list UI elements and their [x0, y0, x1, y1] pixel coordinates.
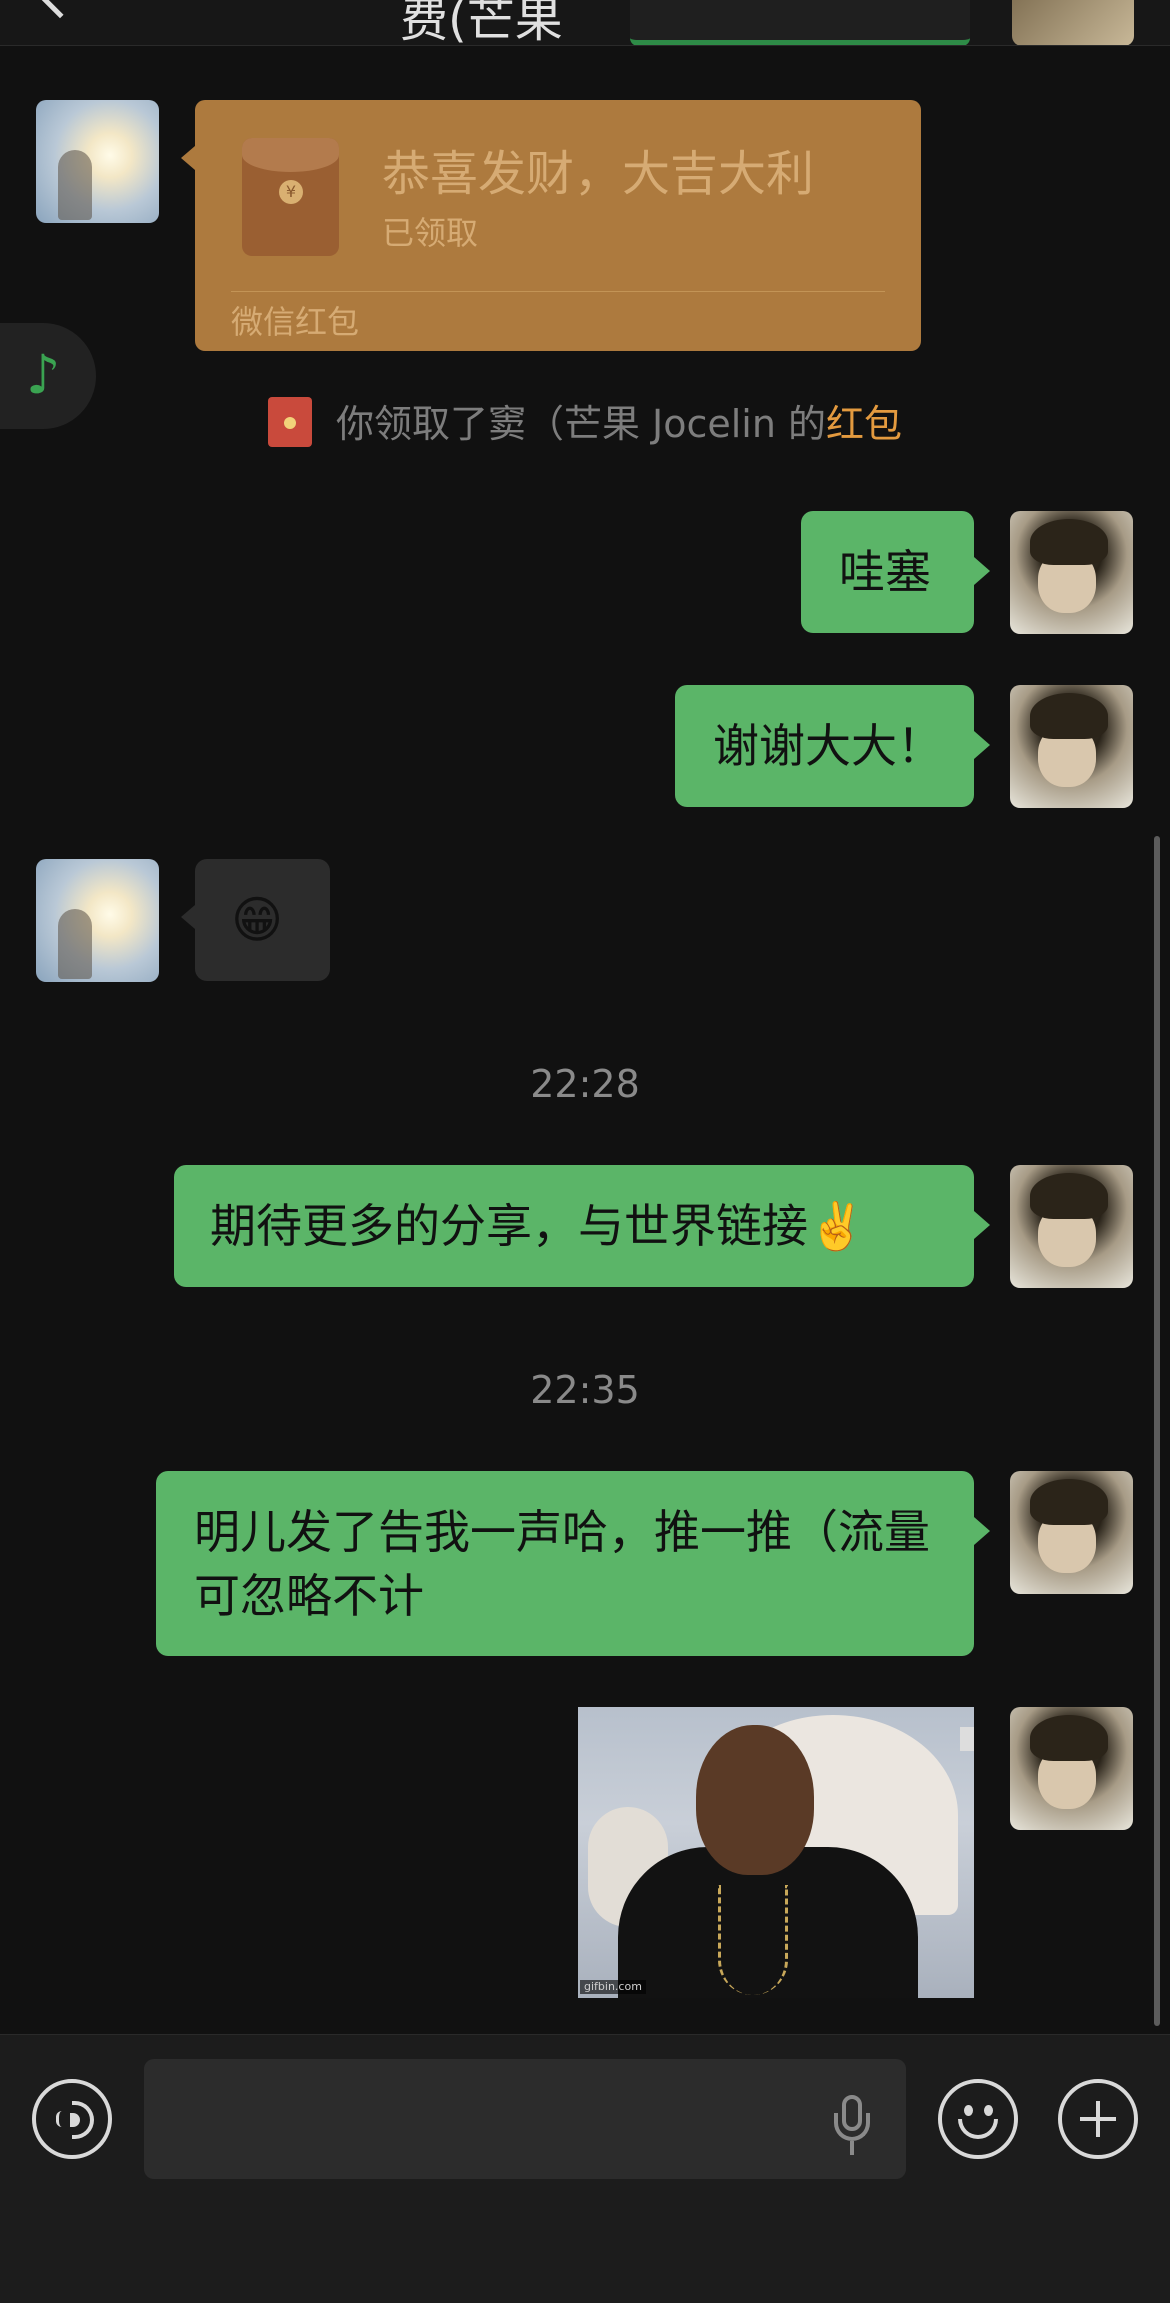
microphone-icon	[834, 2113, 870, 2141]
chat-header: 费(芒果	[0, 0, 1170, 46]
voice-toggle-button[interactable]	[32, 2079, 112, 2159]
my-avatar[interactable]	[1010, 1165, 1133, 1288]
microphone-icon	[850, 2141, 854, 2155]
previous-message-bubble	[630, 0, 970, 45]
back-chevron-icon[interactable]	[31, 0, 89, 19]
message-text: 谢谢大大！	[713, 719, 943, 773]
red-packet-footer: 微信红包	[231, 303, 360, 341]
message-bubble[interactable]: 😁	[181, 859, 330, 981]
image-detail	[960, 1727, 974, 1751]
emoji-icon	[958, 2119, 998, 2139]
system-notice-text: 你领取了窦（芒果 Jocelin 的	[335, 402, 827, 446]
red-packet-message[interactable]: 恭喜发财，大吉大利 已领取 微信红包	[181, 100, 921, 351]
message-bubble[interactable]: 期待更多的分享，与世界链接✌️	[174, 1165, 990, 1287]
message-text: 明儿发了告我一声哈，推一推（流量可忽略不计	[194, 1505, 930, 1623]
divider	[231, 291, 885, 292]
plus-icon	[1096, 2101, 1100, 2137]
red-packet-icon	[267, 397, 312, 447]
voice-icon	[72, 2101, 94, 2139]
microphone-icon[interactable]	[828, 2095, 876, 2159]
message-text: 哇塞	[839, 545, 931, 599]
timestamp: 22:35	[530, 1368, 640, 1412]
emoji-icon	[984, 2105, 993, 2116]
gif-image-message[interactable]: gifbin.com	[578, 1707, 974, 1998]
image-watermark: gifbin.com	[580, 1980, 646, 1994]
message-bubble[interactable]: 谢谢大大！	[675, 685, 990, 807]
red-packet-envelope-icon	[242, 138, 339, 256]
image-detail	[696, 1725, 814, 1875]
voice-icon	[56, 2111, 62, 2127]
my-avatar[interactable]	[1010, 685, 1133, 808]
emoji-grin-icon: 😁	[231, 891, 284, 949]
more-options-button[interactable]	[1058, 2079, 1138, 2159]
contact-avatar[interactable]	[36, 100, 159, 223]
scrollbar[interactable]	[1154, 836, 1160, 2026]
input-bar	[0, 2034, 1170, 2303]
message-text: 期待更多的分享，与世界链接✌️	[210, 1199, 866, 1253]
red-packet-title: 恭喜发财，大吉大利	[382, 146, 815, 202]
my-avatar[interactable]	[1010, 1471, 1133, 1594]
chat-title: 费(芒果	[400, 0, 563, 46]
message-input[interactable]	[144, 2059, 906, 2179]
system-notice: 你领取了窦（芒果 Jocelin 的红包	[0, 396, 1170, 452]
timestamp: 22:28	[530, 1062, 640, 1106]
image-detail	[718, 1885, 788, 1995]
emoji-button[interactable]	[938, 2079, 1018, 2159]
emoji-icon	[964, 2105, 973, 2116]
my-avatar[interactable]	[1010, 1707, 1133, 1830]
red-packet-status: 已领取	[382, 214, 479, 252]
avatar	[1012, 0, 1134, 45]
my-avatar[interactable]	[1010, 511, 1133, 634]
red-packet-link[interactable]: 红包	[826, 402, 902, 446]
message-bubble[interactable]: 哇塞	[801, 511, 990, 633]
contact-avatar[interactable]	[36, 859, 159, 982]
message-bubble[interactable]: 明儿发了告我一声哈，推一推（流量可忽略不计	[156, 1471, 990, 1656]
